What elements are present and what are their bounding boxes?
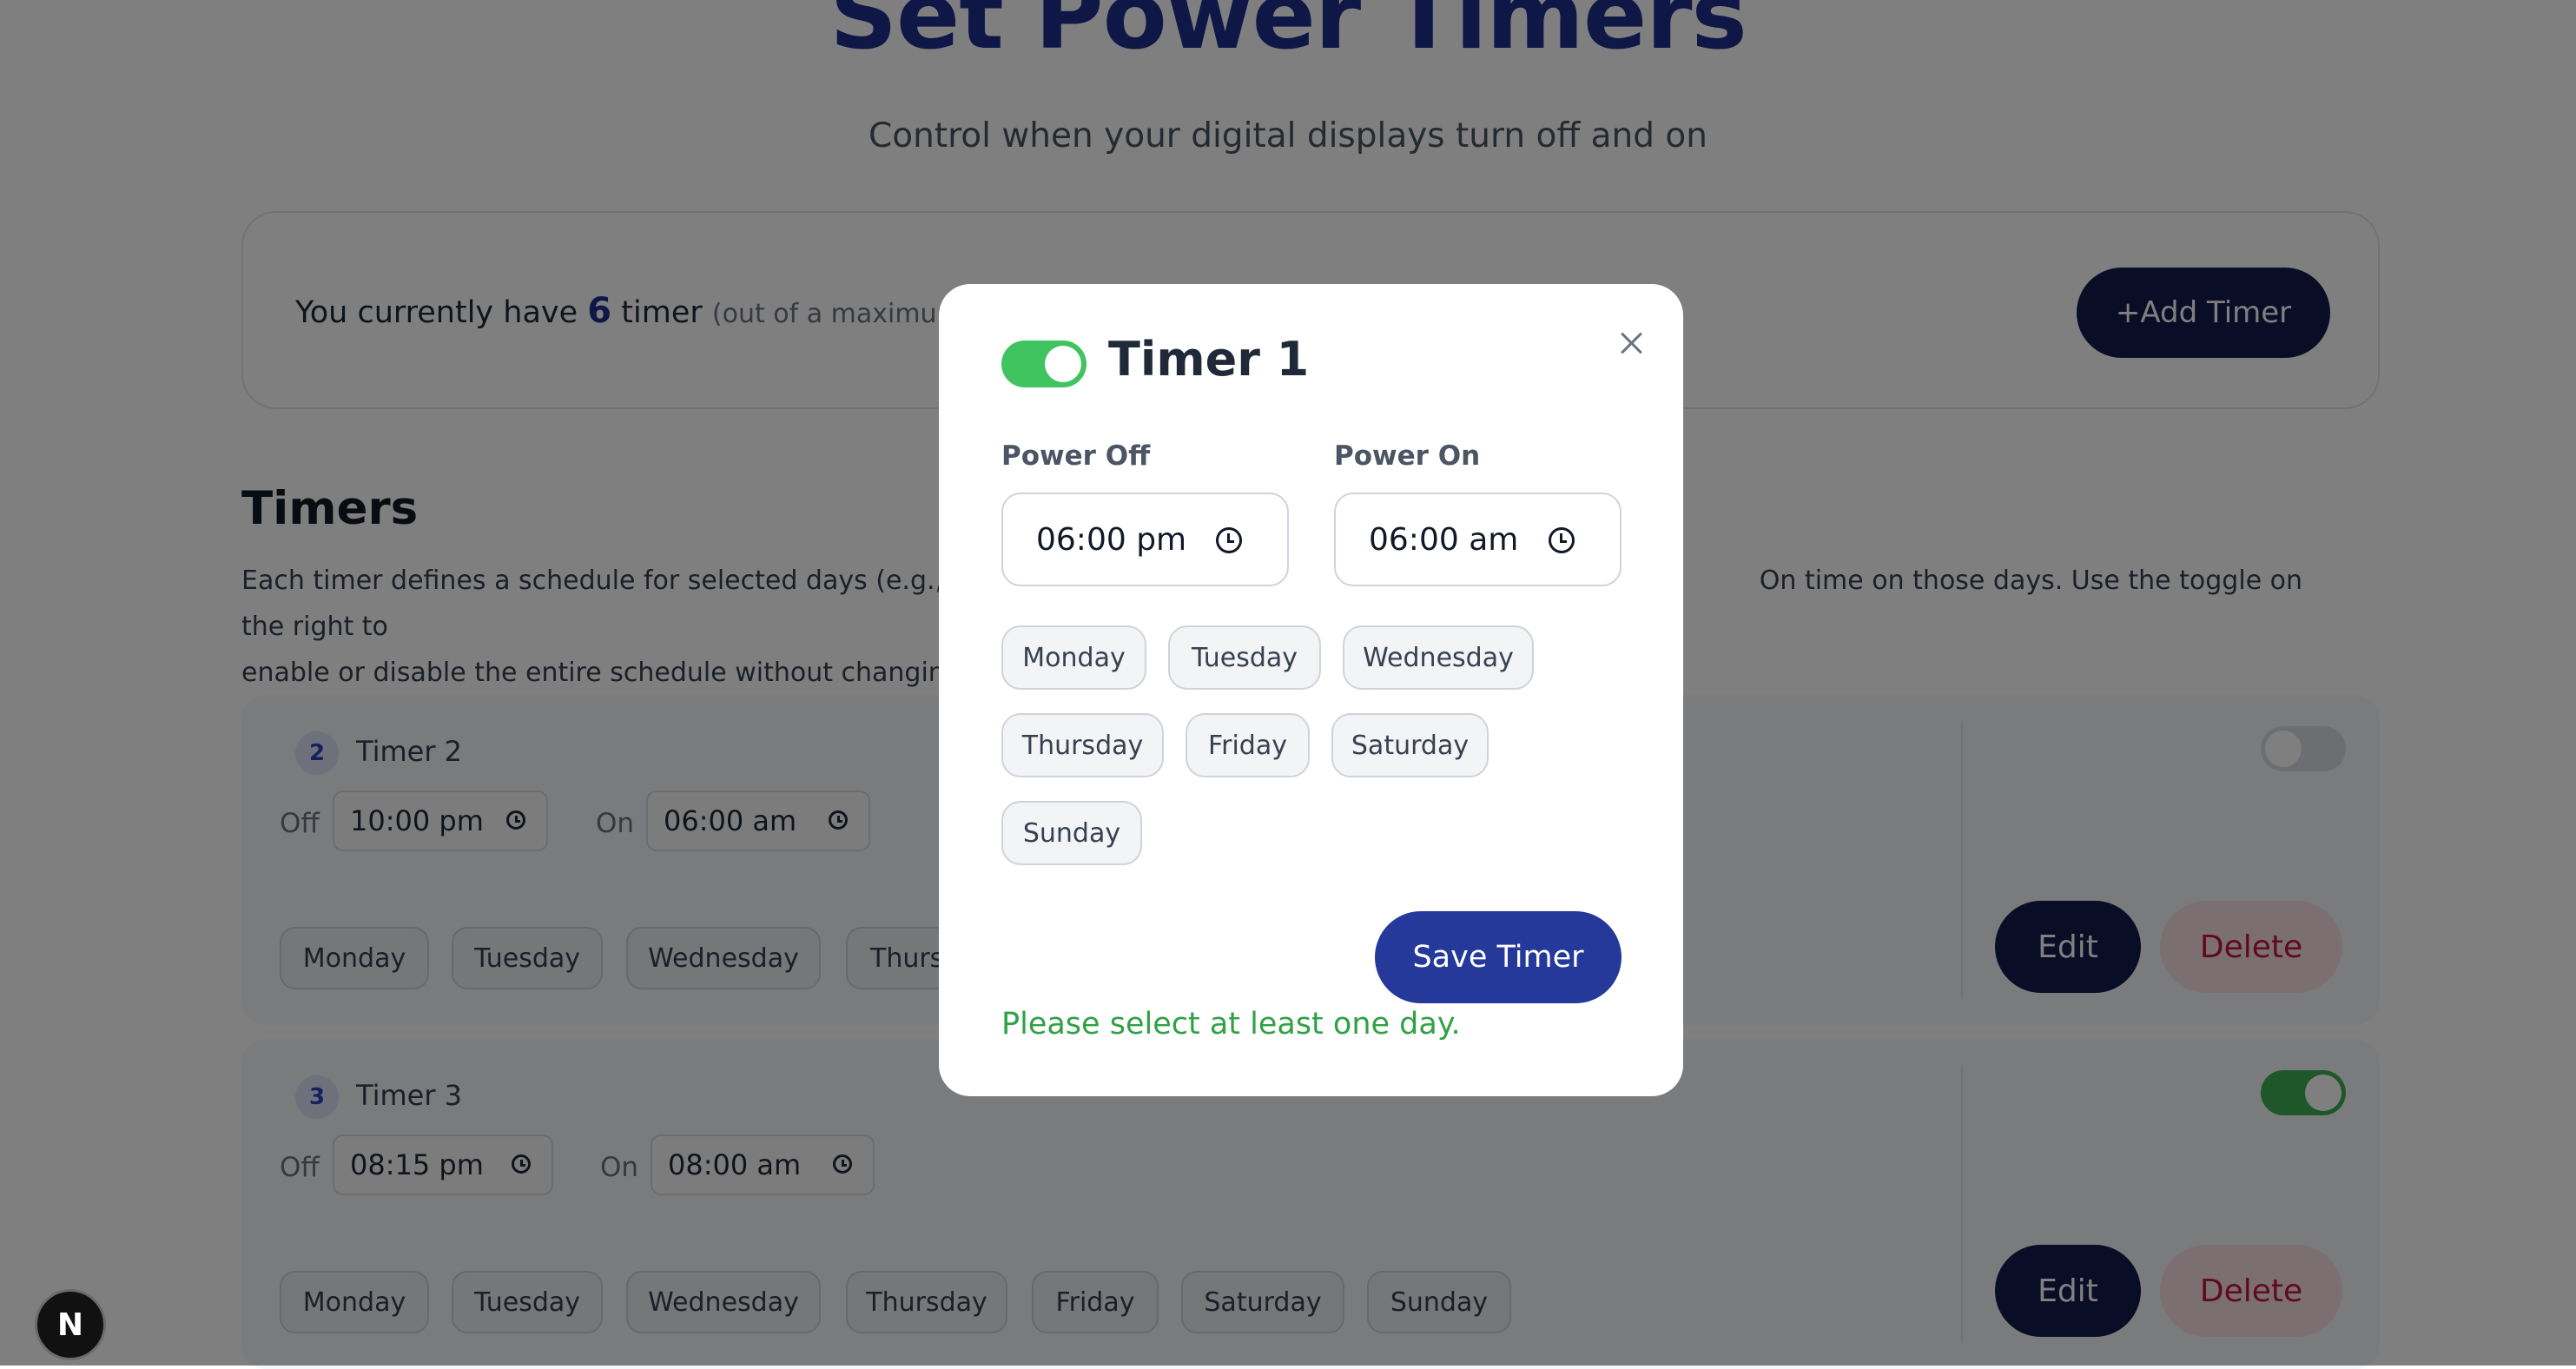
clock-icon[interactable] bbox=[1549, 527, 1575, 553]
day-chip-saturday[interactable]: Saturday bbox=[1331, 713, 1489, 777]
power-off-label: Power Off bbox=[1001, 440, 1151, 472]
clock-icon[interactable] bbox=[1216, 527, 1242, 553]
day-chip-tuesday[interactable]: Tuesday bbox=[1168, 625, 1321, 690]
power-off-time-input[interactable]: 06:00 pm bbox=[1001, 493, 1289, 586]
day-chip-sunday[interactable]: Sunday bbox=[1001, 801, 1142, 865]
save-timer-button[interactable]: Save Timer bbox=[1375, 911, 1622, 1003]
modal-enabled-toggle[interactable] bbox=[1001, 341, 1087, 387]
close-icon[interactable] bbox=[1616, 327, 1648, 359]
validation-message: Please select at least one day. bbox=[1001, 1007, 1461, 1042]
power-on-time-input[interactable]: 06:00 am bbox=[1334, 493, 1622, 586]
day-chip-thursday[interactable]: Thursday bbox=[1001, 713, 1164, 777]
power-off-time-value: 06:00 pm bbox=[1036, 521, 1187, 558]
edit-timer-modal: Timer 1 Power Off Power On 06:00 pm 06:0… bbox=[939, 284, 1683, 1096]
power-on-label: Power On bbox=[1334, 440, 1481, 472]
toggle-knob bbox=[1045, 346, 1081, 382]
day-chip-wednesday[interactable]: Wednesday bbox=[1343, 625, 1534, 690]
power-on-time-value: 06:00 am bbox=[1369, 521, 1519, 558]
day-chip-friday[interactable]: Friday bbox=[1186, 713, 1310, 777]
framework-badge[interactable]: N bbox=[35, 1289, 106, 1360]
modal-title: Timer 1 bbox=[1108, 332, 1310, 387]
day-chip-monday[interactable]: Monday bbox=[1001, 625, 1146, 690]
